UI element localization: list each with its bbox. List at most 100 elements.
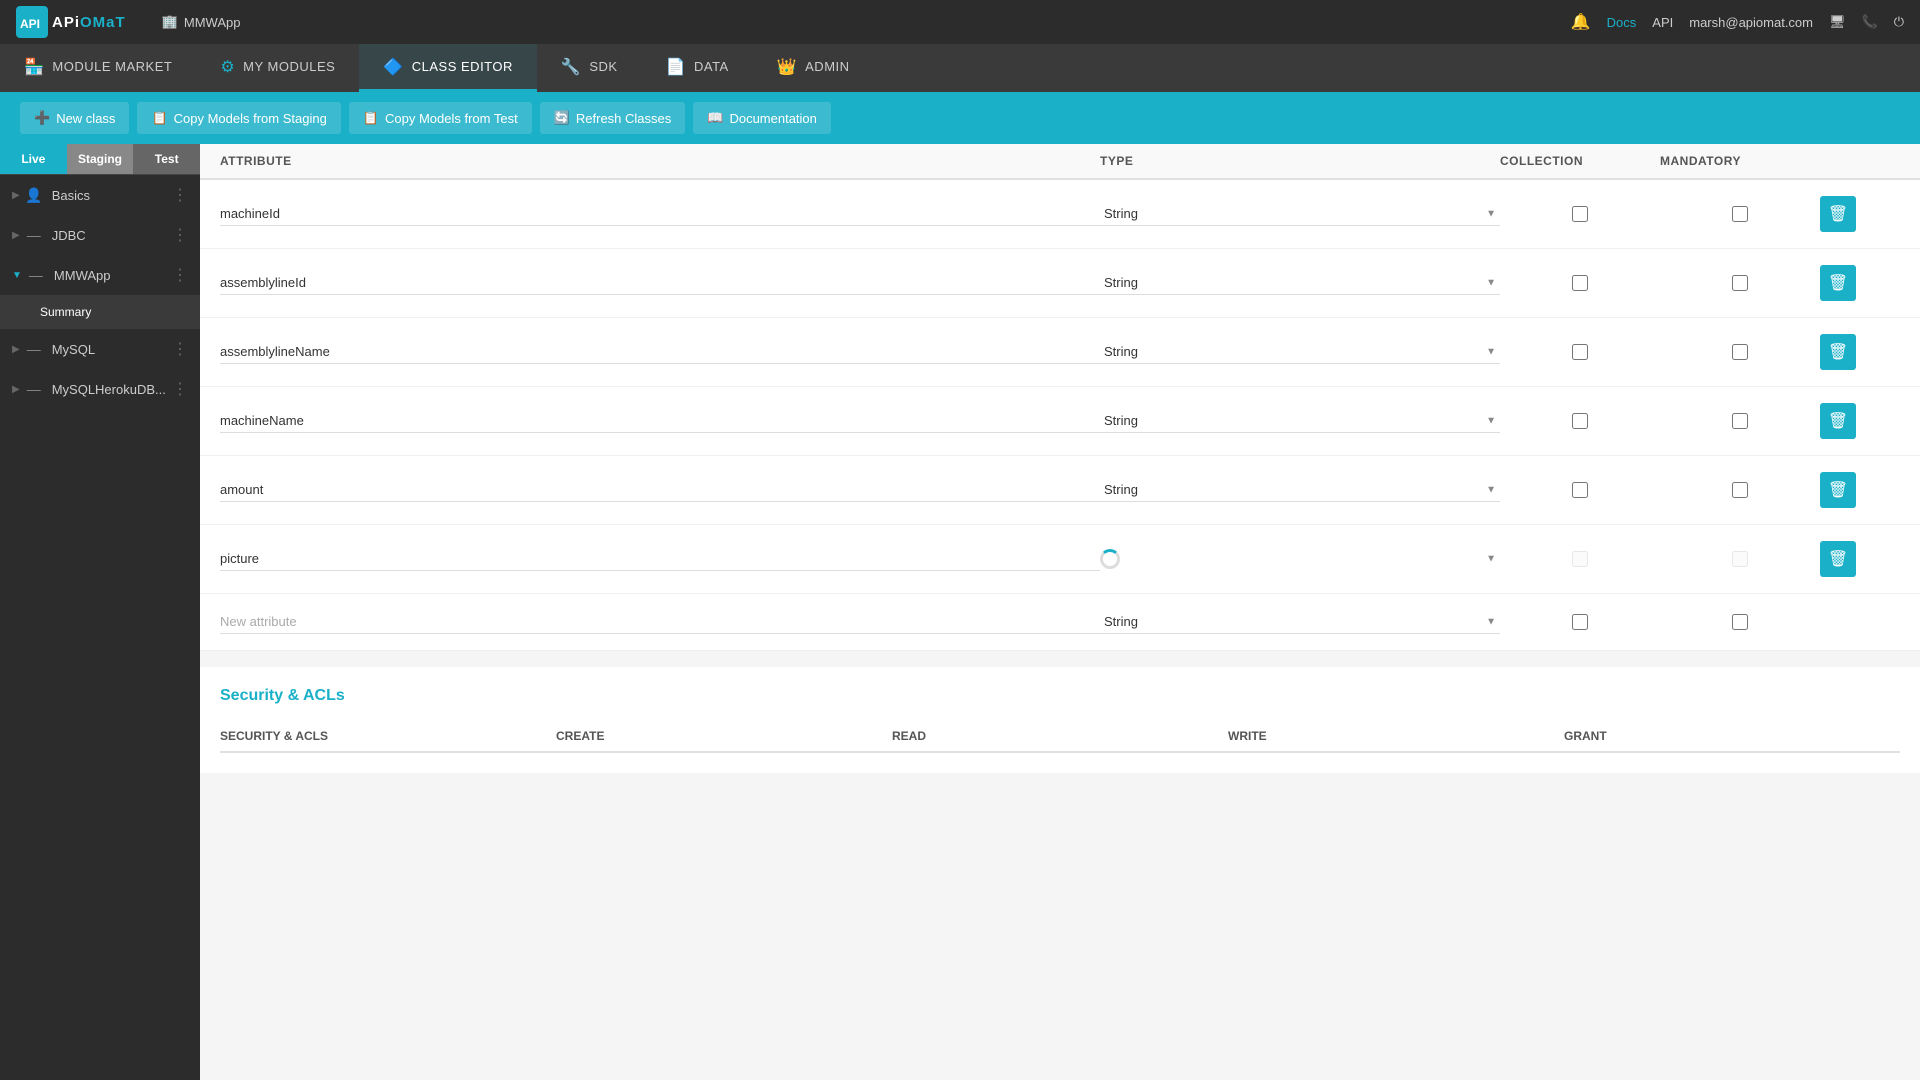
type-cell: StringIntegerDoubleBoolean <box>1100 202 1500 226</box>
loading-spinner <box>1100 549 1120 569</box>
mmwapp-dash-icon: — <box>26 267 46 283</box>
type-cell <box>1100 549 1500 569</box>
collection-checkbox[interactable] <box>1572 482 1588 498</box>
delete-button[interactable]: 🗑 <box>1820 265 1856 301</box>
type-select[interactable]: StringIntegerDoubleBoolean <box>1100 478 1500 502</box>
admin-icon: 👑 <box>777 57 797 77</box>
new-attribute-input[interactable] <box>220 610 1100 634</box>
mandatory-checkbox[interactable] <box>1732 275 1748 291</box>
refresh-classes-button[interactable]: 🔄 Refresh Classes <box>540 102 686 134</box>
mandatory-cell <box>1660 413 1820 429</box>
mysqlheroku-more-icon[interactable]: ⋮ <box>172 379 188 399</box>
mandatory-checkbox[interactable] <box>1732 344 1748 360</box>
table-row: StringIntegerDoubleBoolean 🗑 <box>200 249 1920 318</box>
tab-admin[interactable]: 👑 ADMIN <box>753 44 874 92</box>
collection-checkbox[interactable] <box>1572 614 1588 630</box>
mandatory-checkbox[interactable] <box>1732 206 1748 222</box>
delete-button[interactable]: 🗑 <box>1820 541 1856 577</box>
env-tab-test[interactable]: Test <box>133 144 200 174</box>
collection-checkbox[interactable] <box>1572 275 1588 291</box>
summary-label: Summary <box>40 305 91 319</box>
attribute-cell <box>220 202 1100 226</box>
mysql-more-icon[interactable]: ⋮ <box>172 339 188 359</box>
attribute-input[interactable] <box>220 340 1100 364</box>
mandatory-checkbox[interactable] <box>1732 482 1748 498</box>
copy-staging-label: Copy Models from Staging <box>174 111 327 126</box>
attribute-cell <box>220 547 1100 571</box>
jdbc-arrow-icon: ▶ <box>12 230 20 241</box>
sidebar-item-jdbc[interactable]: ▶ — JDBC ⋮ <box>0 215 200 255</box>
type-cell: StringIntegerDoubleBoolean <box>1100 340 1500 364</box>
sdk-icon: 🔧 <box>561 57 581 77</box>
sidebar-item-mysql[interactable]: ▶ — MySQL ⋮ <box>0 329 200 369</box>
notification-bell-icon[interactable]: 🔔 <box>1571 12 1591 32</box>
tab-sdk-label: SDK <box>589 59 617 74</box>
col-actions <box>1820 154 1900 168</box>
documentation-button[interactable]: 📖 Documentation <box>693 102 831 134</box>
mandatory-checkbox <box>1732 551 1748 567</box>
sidebar: Live Staging Test ▶ 👤 Basics ⋮ ▶ — JDBC … <box>0 144 200 1080</box>
copy-staging-button[interactable]: 📋 Copy Models from Staging <box>137 102 340 134</box>
collection-cell <box>1500 482 1660 498</box>
sidebar-item-basics[interactable]: ▶ 👤 Basics ⋮ <box>0 175 200 215</box>
mysql-label: MySQL <box>52 342 172 357</box>
sidebar-item-mmwapp[interactable]: ▼ — MMWApp ⋮ <box>0 255 200 295</box>
delete-button[interactable]: 🗑 <box>1820 472 1856 508</box>
power-icon[interactable]: ⏻ <box>1894 14 1904 30</box>
new-class-label: New class <box>56 111 115 126</box>
tab-sdk[interactable]: 🔧 SDK <box>537 44 642 92</box>
mysqlheroku-arrow-icon: ▶ <box>12 384 20 395</box>
new-class-button[interactable]: ➕ New class <box>20 102 129 134</box>
docs-link[interactable]: Docs <box>1607 15 1637 30</box>
attribute-input[interactable] <box>220 547 1100 571</box>
delete-button[interactable]: 🗑 <box>1820 196 1856 232</box>
mandatory-checkbox[interactable] <box>1732 614 1748 630</box>
env-tab-live[interactable]: Live <box>0 144 67 174</box>
security-table-header: Security & ACLs Create Read Write Grant <box>220 721 1900 753</box>
nav-tabs: 🏪 MODULE MARKET ⚙ MY MODULES 🔷 CLASS EDI… <box>0 44 1920 92</box>
sec-col-2: Read <box>892 729 1228 743</box>
type-select[interactable]: StringIntegerDoubleBoolean <box>1100 340 1500 364</box>
jdbc-label: JDBC <box>52 228 172 243</box>
collection-checkbox[interactable] <box>1572 344 1588 360</box>
tab-module-market[interactable]: 🏪 MODULE MARKET <box>0 44 196 92</box>
mmwapp-more-icon[interactable]: ⋮ <box>172 265 188 285</box>
basics-arrow-icon: ▶ <box>12 190 20 201</box>
mandatory-cell <box>1660 614 1820 630</box>
sidebar-item-mysqlheroku[interactable]: ▶ — MySQLHerokuDB... ⋮ <box>0 369 200 409</box>
sidebar-child-summary[interactable]: Summary <box>0 295 200 329</box>
tab-data[interactable]: 📄 DATA <box>642 44 753 92</box>
type-select[interactable]: StringIntegerDoubleBoolean <box>1100 271 1500 295</box>
tab-class-editor[interactable]: 🔷 CLASS EDITOR <box>359 44 537 92</box>
attribute-input[interactable] <box>220 409 1100 433</box>
collection-checkbox[interactable] <box>1572 413 1588 429</box>
jdbc-more-icon[interactable]: ⋮ <box>172 225 188 245</box>
logo: API APiOMaT <box>16 6 126 38</box>
tab-my-modules[interactable]: ⚙ MY MODULES <box>196 44 359 92</box>
collection-cell <box>1500 344 1660 360</box>
delete-button[interactable]: 🗑 <box>1820 334 1856 370</box>
security-section: Security & ACLs Security & ACLs Create R… <box>200 667 1920 773</box>
collection-checkbox[interactable] <box>1572 206 1588 222</box>
env-tab-staging[interactable]: Staging <box>67 144 134 174</box>
delete-button[interactable]: 🗑 <box>1820 403 1856 439</box>
type-select[interactable]: StringIntegerDoubleBoolean <box>1100 610 1500 634</box>
env-live-label: Live <box>21 152 45 166</box>
sec-col-0: Security & ACLs <box>220 729 556 743</box>
attribute-input[interactable] <box>220 202 1100 226</box>
tab-module-market-label: MODULE MARKET <box>52 59 172 74</box>
mandatory-cell <box>1660 206 1820 222</box>
basics-more-icon[interactable]: ⋮ <box>172 185 188 205</box>
collection-checkbox <box>1572 551 1588 567</box>
mandatory-checkbox[interactable] <box>1732 413 1748 429</box>
attribute-input[interactable] <box>220 271 1100 295</box>
type-cell: StringIntegerDoubleBoolean <box>1100 271 1500 295</box>
type-cell: StringIntegerDoubleBoolean <box>1100 409 1500 433</box>
type-select[interactable]: StringIntegerDoubleBoolean <box>1100 409 1500 433</box>
api-link[interactable]: API <box>1652 15 1673 30</box>
attribute-input[interactable] <box>220 478 1100 502</box>
tab-data-label: DATA <box>694 59 729 74</box>
copy-test-button[interactable]: 📋 Copy Models from Test <box>349 102 532 134</box>
collection-cell <box>1500 614 1660 630</box>
type-select[interactable]: StringIntegerDoubleBoolean <box>1100 202 1500 226</box>
